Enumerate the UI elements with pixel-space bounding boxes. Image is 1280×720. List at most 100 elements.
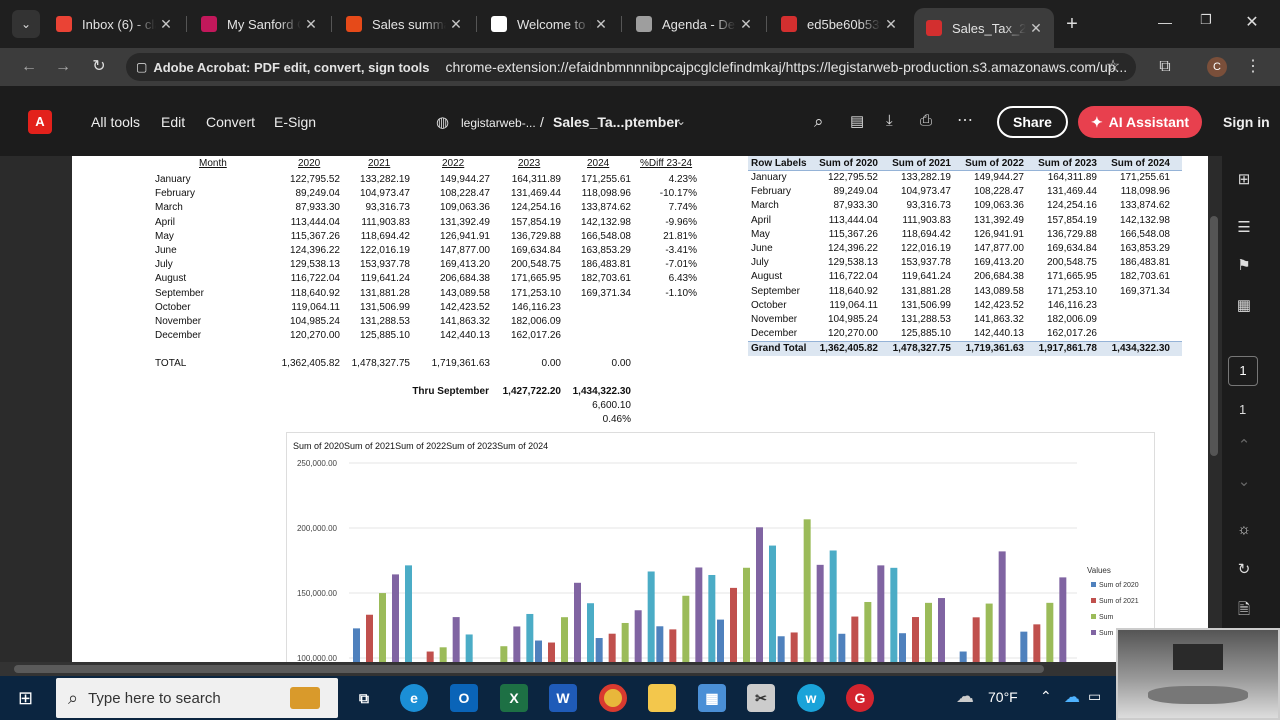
video-call-thumbnail[interactable]	[1116, 628, 1280, 720]
chrome-icon[interactable]	[599, 684, 627, 712]
close-tab-icon[interactable]: ✕	[881, 16, 901, 33]
network-icon: ▭	[1088, 688, 1102, 704]
file-icon[interactable]: 🗎	[1232, 598, 1256, 622]
maximize-button[interactable]: ❐	[1194, 12, 1218, 36]
webex-icon[interactable]: w	[797, 684, 825, 712]
new-tab-button[interactable]: +	[1060, 12, 1084, 36]
file-name[interactable]: Sales_Ta...ptember	[553, 114, 680, 130]
chart-bar	[561, 617, 568, 662]
red-app-icon[interactable]: G	[846, 684, 874, 712]
horizontal-scrollbar[interactable]	[0, 662, 1222, 676]
vertical-scrollbar[interactable]	[1210, 216, 1218, 456]
close-tab-icon[interactable]: ✕	[301, 16, 321, 33]
document-viewport[interactable]: Month 2020 2021 2022 2023 2024 %Diff 23-24 Janu…	[0, 156, 1222, 662]
close-tab-icon[interactable]: ✕	[591, 16, 611, 33]
browser-tab[interactable]: Sales_Tax_202✕	[914, 8, 1054, 48]
excel-icon[interactable]: X	[500, 684, 528, 712]
bookmark-icon[interactable]: ⚑	[1232, 254, 1256, 278]
table-cell: 104,973.47	[359, 188, 410, 200]
page-thumbnails-icon[interactable]: ▤	[850, 112, 864, 130]
table-cell: June	[155, 245, 177, 256]
taskbar-search-box[interactable]: ⌕ Type here to search	[56, 678, 338, 718]
pivot-cell: 182,006.09	[1046, 314, 1097, 325]
table-cell: 149,944.27	[439, 174, 490, 185]
browser-menu-icon[interactable]: ⋮	[1242, 56, 1264, 78]
outlook-icon[interactable]: O	[450, 684, 478, 712]
browser-tab[interactable]: Welcome to D ✕	[479, 8, 619, 40]
chart-bar	[513, 626, 521, 662]
file-explorer-icon[interactable]	[648, 684, 676, 712]
menu-all-tools[interactable]: All tools	[91, 114, 140, 130]
table-cell: 146,116.23	[511, 301, 561, 313]
chart-bar	[985, 603, 993, 662]
search-icon[interactable]: ⌕	[814, 112, 824, 132]
table-cell: 89,249.04	[295, 188, 341, 200]
url-text[interactable]: chrome-extension://efaidnbmnnnibpcajpcgl…	[446, 59, 1136, 75]
pivot-cell: 119,641.24	[901, 271, 951, 283]
sign-in-link[interactable]: Sign in	[1223, 114, 1270, 130]
ai-summary-icon[interactable]: ⊞	[1232, 168, 1256, 192]
browser-tab[interactable]: My Sanford Ch✕	[189, 8, 329, 40]
chevron-up-icon[interactable]: ⌃	[1232, 434, 1256, 458]
comments-panel-icon[interactable]: ☰	[1232, 216, 1256, 240]
calculator-icon[interactable]: ▦	[698, 684, 726, 712]
pivot-cell: 129,538.13	[827, 257, 878, 269]
edge-icon[interactable]: e	[400, 684, 428, 712]
reload-button[interactable]: ↻	[88, 56, 110, 78]
bookmark-star-icon[interactable]: ☆	[1102, 56, 1124, 78]
windows-start-icon[interactable]: ⊞	[18, 688, 38, 708]
menu-edit[interactable]: Edit	[161, 114, 185, 130]
back-button[interactable]: ←	[18, 56, 40, 78]
grand-total-cell: Grand Total	[751, 343, 807, 355]
chart-bar	[851, 616, 859, 662]
browser-tab[interactable]: Agenda - Defa✕	[624, 8, 764, 40]
extensions-icon[interactable]: ⧉	[1154, 56, 1176, 78]
breadcrumb-site[interactable]: legistarweb-...	[461, 116, 536, 130]
horizontal-scroll-thumb[interactable]	[14, 665, 1044, 673]
close-tab-icon[interactable]: ✕	[446, 16, 466, 33]
browser-tab[interactable]: ed5be60b53fe✕	[769, 8, 909, 40]
table-cell: 171,253.10	[510, 287, 561, 299]
word-icon[interactable]: W	[549, 684, 577, 712]
minimize-button[interactable]: —	[1150, 14, 1180, 34]
table-cell: 206,684.38	[439, 273, 490, 285]
browser-tab[interactable]: Inbox (6) - cla ✕	[44, 8, 184, 40]
download-icon[interactable]: ⤓	[886, 112, 893, 129]
profile-avatar[interactable]: C	[1207, 57, 1227, 77]
refresh-icon[interactable]: ↻	[1232, 558, 1256, 582]
chevron-up-icon[interactable]: ⌃	[1040, 688, 1052, 705]
chart-bar	[595, 638, 603, 662]
menu-convert[interactable]: Convert	[206, 114, 255, 130]
forward-button[interactable]: →	[52, 56, 74, 78]
close-tab-icon[interactable]: ✕	[1026, 20, 1046, 37]
snipping-tool-icon[interactable]: ✂	[747, 684, 775, 712]
browser-tab[interactable]: Sales summar✕	[334, 8, 474, 40]
print-icon[interactable]: ⎙	[920, 112, 932, 129]
close-tab-icon[interactable]: ✕	[156, 16, 176, 33]
tab-search-button[interactable]: ⌄	[12, 10, 40, 38]
close-tab-icon[interactable]: ✕	[736, 16, 756, 33]
table-cell: 133,874.62	[580, 202, 631, 214]
more-options-icon[interactable]: ⋯	[957, 110, 973, 130]
chart-bar	[608, 633, 616, 662]
table-cell: 93,316.73	[365, 202, 411, 214]
chevron-down-icon[interactable]: ⌄	[676, 114, 686, 128]
table-cell: 182,006.09	[510, 316, 561, 327]
address-bar[interactable]: ▢ Adobe Acrobat: PDF edit, convert, sign…	[126, 53, 1136, 81]
menu-e-sign[interactable]: E-Sign	[274, 114, 316, 130]
current-page-box[interactable]: 1	[1228, 356, 1258, 386]
table-cell: -9.96%	[665, 216, 697, 228]
task-view-icon[interactable]: ⧉	[350, 684, 378, 712]
table-cell: 108,228.47	[439, 188, 490, 200]
chart-bar	[1020, 631, 1028, 662]
ai-assistant-button[interactable]: ✦ AI Assistant	[1078, 106, 1202, 138]
brightness-icon[interactable]: ☼	[1232, 518, 1256, 542]
pivot-cell: March	[751, 200, 779, 212]
chart-bar	[803, 519, 811, 662]
table-cell: 131,392.49	[439, 216, 490, 228]
share-button[interactable]: Share	[997, 106, 1068, 138]
grid-view-icon[interactable]: ▦	[1232, 294, 1256, 318]
pivot-cell: 118,098.96	[1120, 186, 1170, 198]
chevron-down-icon[interactable]: ⌄	[1232, 470, 1256, 494]
close-window-button[interactable]: ✕	[1240, 12, 1264, 36]
